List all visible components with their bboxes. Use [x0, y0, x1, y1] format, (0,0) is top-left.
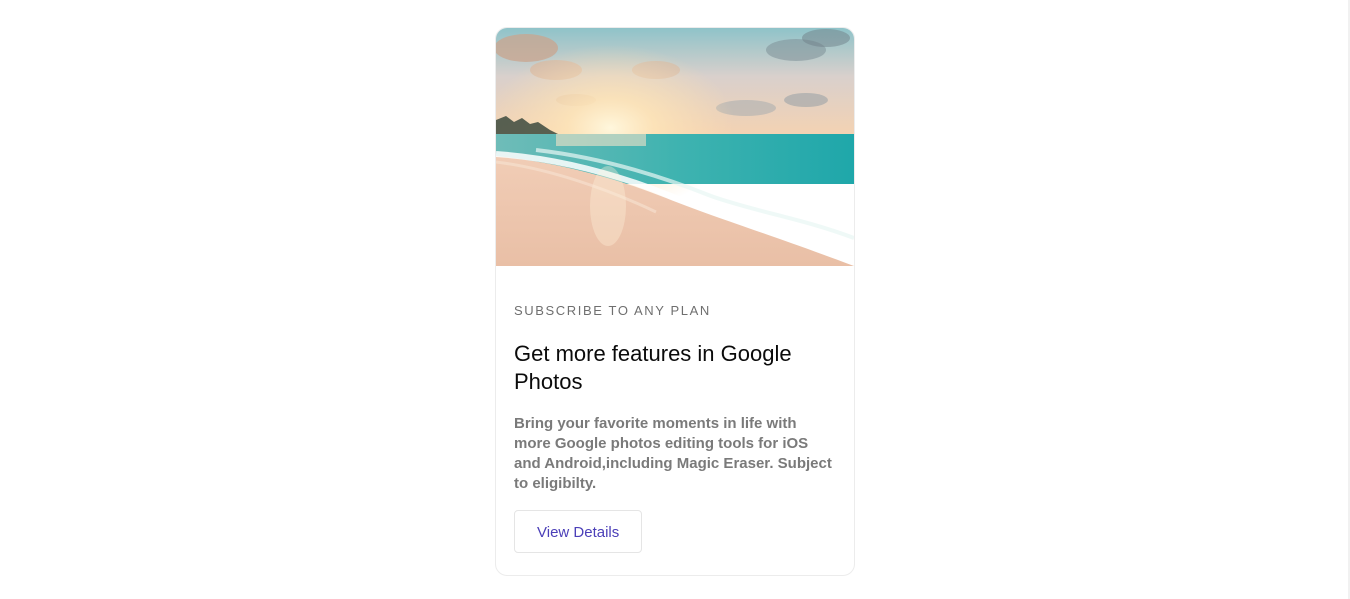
page: SUBSCRIBE TO ANY PLAN Get more features … — [0, 0, 1350, 599]
card-description: Bring your favorite moments in life with… — [514, 415, 832, 492]
view-details-button[interactable]: View Details — [514, 510, 643, 553]
card-eyebrow: SUBSCRIBE TO ANY PLAN — [514, 303, 711, 318]
beach-sunset-image — [496, 28, 854, 266]
promo-card: SUBSCRIBE TO ANY PLAN Get more features … — [495, 27, 855, 576]
card-content: SUBSCRIBE TO ANY PLAN Get more features … — [496, 266, 854, 553]
card-title: Get more features in Google Photos — [514, 341, 792, 394]
